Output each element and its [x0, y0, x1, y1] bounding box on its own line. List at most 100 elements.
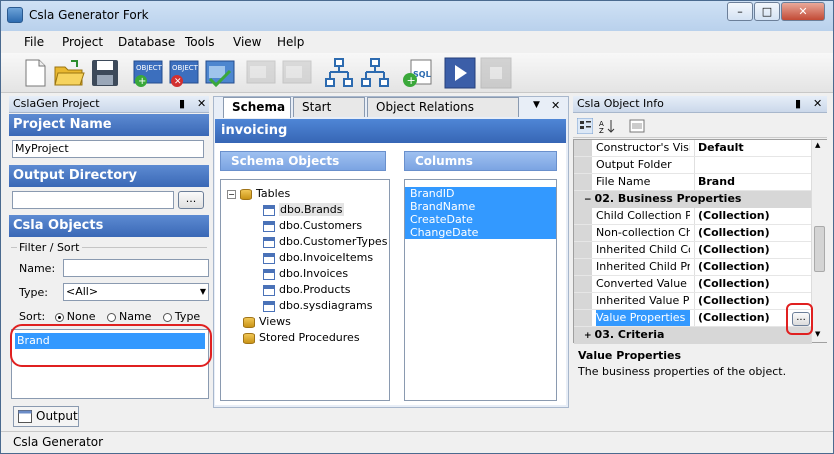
new-file-icon[interactable]: [19, 57, 51, 89]
prop-value: (Collection): [694, 259, 770, 275]
type-filter-select[interactable]: <All> ▼: [63, 283, 209, 301]
column-item[interactable]: BrandID: [405, 187, 556, 200]
menu-project[interactable]: Project: [62, 35, 103, 49]
output-tab[interactable]: Output: [13, 406, 79, 427]
minimize-button[interactable]: –: [727, 2, 753, 21]
close-icon[interactable]: ✕: [197, 96, 206, 112]
expand-icon[interactable]: +: [584, 331, 592, 341]
menu-tools[interactable]: Tools: [185, 35, 215, 49]
database-folder-icon: [240, 188, 252, 200]
svg-text:OBJECT: OBJECT: [172, 64, 199, 72]
prop-row[interactable]: Converted Value P (Collection): [574, 276, 812, 293]
tree-item-invoiceitems[interactable]: dbo.InvoiceItems: [263, 250, 373, 266]
sort-alphabetical-icon[interactable]: AZ: [599, 118, 615, 134]
tree-item-brands[interactable]: dbo.Brands: [263, 202, 344, 218]
title-bar: Csla Generator Fork – □ ✕: [1, 1, 833, 31]
scroll-thumb[interactable]: [814, 226, 825, 272]
sort-type-radio[interactable]: Type: [162, 310, 201, 323]
run-icon[interactable]: [444, 57, 476, 89]
tree-item-sysdiagrams[interactable]: dbo.sysdiagrams: [263, 298, 372, 314]
object-properties-icon[interactable]: [204, 57, 236, 89]
tab-schema[interactable]: Schema: [223, 97, 291, 118]
csla-objects-header: Csla Objects: [9, 215, 209, 237]
collapse-icon[interactable]: −: [584, 195, 592, 205]
column-item[interactable]: CreateDate: [405, 213, 556, 226]
highlight-annotation-right: [786, 303, 813, 335]
menu-database[interactable]: Database: [118, 35, 175, 49]
tree-item-customertypes[interactable]: dbo.CustomerTypes: [263, 234, 387, 250]
prop-name: File Name: [596, 175, 651, 188]
tree-node-tables[interactable]: − Tables: [227, 186, 290, 202]
tree-item-invoices[interactable]: dbo.Invoices: [263, 266, 348, 282]
sort-label: Sort:: [19, 310, 46, 323]
prop-row[interactable]: Non-collection Ch (Collection): [574, 225, 812, 242]
tab-dropdown-icon[interactable]: ▼: [533, 100, 540, 110]
browse-button[interactable]: ...: [178, 191, 204, 209]
property-grid-scrollbar[interactable]: ▲ ▼: [811, 140, 827, 342]
sort-none-label: None: [66, 310, 96, 323]
tables-label: Tables: [256, 187, 291, 200]
sql-script-icon[interactable]: SQL+: [401, 57, 433, 89]
pin-icon[interactable]: ▮: [179, 96, 185, 112]
prop-row-value-properties[interactable]: Value Properties (Collection): [574, 310, 812, 327]
prop-name: Inherited Child Pro: [596, 260, 690, 273]
add-object-icon[interactable]: OBJECT +: [132, 57, 164, 89]
hierarchy-icon-2[interactable]: [359, 57, 391, 89]
column-item[interactable]: BrandName: [405, 200, 556, 213]
prop-row[interactable]: Output Folder: [574, 157, 812, 174]
project-name-field[interactable]: MyProject: [12, 140, 204, 158]
menu-help[interactable]: Help: [277, 35, 304, 49]
open-folder-icon[interactable]: [53, 57, 85, 89]
remove-object-icon[interactable]: OBJECT ✕: [168, 57, 200, 89]
categorized-icon[interactable]: [577, 118, 593, 134]
svg-text:Z: Z: [599, 127, 604, 134]
tab-start-page[interactable]: Start Page: [293, 97, 365, 132]
hierarchy-icon-1[interactable]: [323, 57, 355, 89]
scroll-down-icon[interactable]: ▼: [815, 330, 820, 338]
tab-object-relations-builder[interactable]: Object Relations Builder: [367, 97, 519, 132]
sort-type-label: Type: [174, 310, 201, 323]
tree-item-label: dbo.Invoices: [279, 267, 349, 280]
sort-name-label: Name: [118, 310, 152, 323]
close-icon[interactable]: ✕: [813, 96, 822, 112]
prop-row[interactable]: Inherited Child Pro (Collection): [574, 259, 812, 276]
columns-header: Columns: [404, 151, 557, 171]
category-label: 03. Criteria: [594, 328, 665, 341]
column-item[interactable]: ChangeDate: [405, 226, 556, 239]
tree-item-products[interactable]: dbo.Products: [263, 282, 351, 298]
tree-node-stored-procedures[interactable]: Stored Procedures: [243, 330, 360, 346]
name-filter-input[interactable]: [63, 259, 209, 277]
prop-row[interactable]: File Name Brand: [574, 174, 812, 191]
prop-row[interactable]: Constructor's Visi Default: [574, 140, 812, 157]
database-folder-icon: [243, 332, 255, 344]
sort-name-radio[interactable]: Name: [106, 310, 152, 323]
tree-item-label: dbo.sysdiagrams: [279, 299, 373, 312]
save-disk-icon[interactable]: [89, 57, 121, 89]
prop-value: Brand: [694, 174, 735, 190]
tree-node-views[interactable]: Views: [243, 314, 291, 330]
close-button[interactable]: ✕: [781, 2, 825, 21]
type-filter-label: Type:: [19, 286, 48, 299]
prop-row[interactable]: Child Collection Pr (Collection): [574, 208, 812, 225]
prop-name: Converted Value P: [596, 277, 690, 290]
schema-tree[interactable]: − Tables dbo.Brands dbo.Customers dbo.Cus…: [220, 179, 390, 401]
type-filter-value: <All>: [66, 285, 99, 298]
menu-file[interactable]: File: [24, 35, 44, 49]
category-business-properties[interactable]: −02. Business Properties: [574, 191, 812, 208]
prop-name: Inherited Value Pr: [596, 294, 690, 307]
menu-view[interactable]: View: [233, 35, 261, 49]
collapse-icon[interactable]: −: [227, 189, 236, 199]
columns-list[interactable]: BrandID BrandName CreateDate ChangeDate: [404, 179, 557, 401]
maximize-button[interactable]: □: [754, 2, 780, 21]
output-directory-field[interactable]: [12, 191, 174, 209]
app-icon: [7, 7, 23, 23]
sort-none-radio[interactable]: None: [54, 310, 96, 323]
category-criteria[interactable]: +03. Criteria: [574, 327, 812, 344]
pin-icon[interactable]: ▮: [795, 96, 801, 112]
scroll-up-icon[interactable]: ▲: [815, 141, 820, 149]
property-pages-icon[interactable]: [629, 118, 645, 134]
tree-item-customers[interactable]: dbo.Customers: [263, 218, 362, 234]
prop-row[interactable]: Inherited Value Pr (Collection): [574, 293, 812, 310]
prop-row[interactable]: Inherited Child Co (Collection): [574, 242, 812, 259]
tab-close-icon[interactable]: ✕: [551, 99, 560, 112]
